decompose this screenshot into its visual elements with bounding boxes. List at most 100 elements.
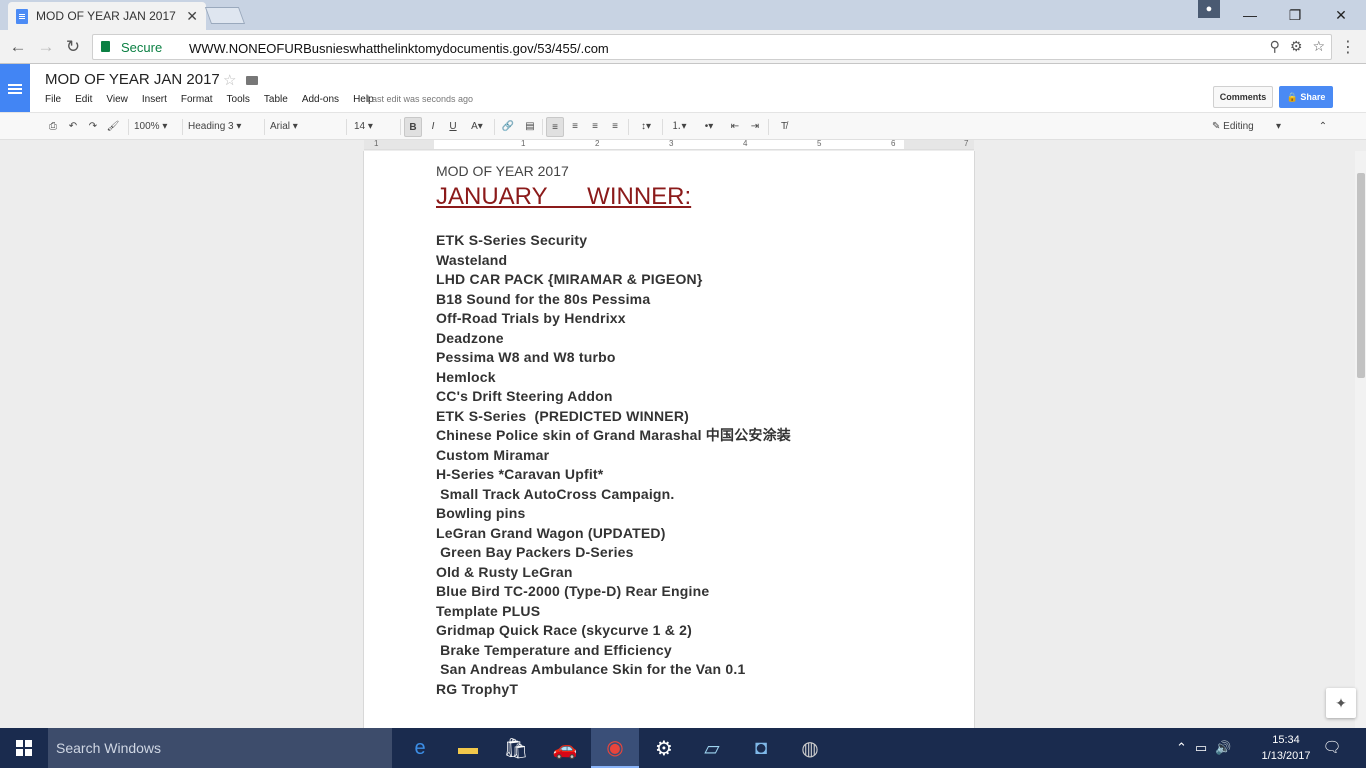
address-bar[interactable]: Secure WWW.NONEOFURBusnieswhatthelinktom…: [92, 34, 1332, 60]
restore-icon[interactable]: ❐: [1272, 0, 1318, 30]
menu-view[interactable]: View: [106, 94, 128, 105]
document-heading[interactable]: JANUARY WINNER:: [436, 183, 691, 211]
document-page[interactable]: MOD OF YEAR 2017 JANUARY WINNER: ETK S-S…: [363, 151, 975, 731]
increase-indent-icon[interactable]: ⇥: [746, 117, 764, 137]
list-item[interactable]: Custom Miramar: [436, 446, 791, 466]
list-item[interactable]: Bowling pins: [436, 504, 791, 524]
list-item[interactable]: Pessima W8 and W8 turbo: [436, 348, 791, 368]
user-profile-icon[interactable]: ●: [1198, 0, 1220, 18]
game-app-icon[interactable]: 🚗: [541, 728, 589, 768]
list-item[interactable]: Blue Bird TC-2000 (Type-D) Rear Engine: [436, 582, 791, 602]
align-justify-icon[interactable]: ≡: [606, 117, 624, 137]
scrollbar-thumb[interactable]: [1357, 173, 1365, 378]
minimize-icon[interactable]: —: [1227, 0, 1273, 30]
star-icon[interactable]: ☆: [223, 71, 236, 89]
comments-button[interactable]: Comments: [1213, 86, 1273, 108]
list-item[interactable]: Green Bay Packers D-Series: [436, 543, 791, 563]
bold-button[interactable]: B: [404, 117, 422, 137]
browser-tab[interactable]: MOD OF YEAR JAN 2017 ✕: [8, 2, 206, 30]
file-explorer-icon[interactable]: ▬: [444, 728, 492, 768]
uplay-icon[interactable]: ◘: [737, 728, 785, 768]
list-item[interactable]: Chinese Police skin of Grand Marashal 中国…: [436, 426, 791, 446]
settings-icon[interactable]: ⚙: [1290, 38, 1303, 55]
collapse-menus-icon[interactable]: ⌃: [1314, 117, 1332, 137]
action-center-icon[interactable]: 🗨: [1320, 738, 1344, 758]
list-item[interactable]: LHD CAR PACK {MIRAMAR & PIGEON}: [436, 270, 791, 290]
list-item[interactable]: ETK S-Series (PREDICTED WINNER): [436, 407, 791, 427]
numbered-list-icon[interactable]: ⒈▾: [666, 117, 692, 137]
share-button[interactable]: 🔒 Share: [1279, 86, 1333, 108]
text-color-icon[interactable]: A▾: [464, 117, 490, 137]
volume-icon[interactable]: 🔊: [1215, 740, 1231, 756]
taskbar-clock[interactable]: 15:34 1/13/2017: [1255, 732, 1317, 764]
reload-icon[interactable]: ↻: [62, 36, 84, 58]
menu-file[interactable]: File: [45, 94, 61, 105]
print-icon[interactable]: ⎙: [44, 117, 62, 137]
list-item[interactable]: H-Series *Caravan Upfit*: [436, 465, 791, 485]
list-item[interactable]: San Andreas Ambulance Skin for the Van 0…: [436, 660, 791, 680]
menu-table[interactable]: Table: [264, 94, 288, 105]
forward-arrow-icon[interactable]: →: [35, 36, 57, 58]
document-title[interactable]: MOD OF YEAR JAN 2017: [45, 71, 220, 88]
folder-icon[interactable]: [246, 76, 258, 85]
media-app-icon[interactable]: ◍: [786, 728, 834, 768]
list-item[interactable]: Small Track AutoCross Campaign.: [436, 485, 791, 505]
list-item[interactable]: CC's Drift Steering Addon: [436, 387, 791, 407]
clear-formatting-icon[interactable]: T̸: [774, 117, 794, 137]
paint-format-icon[interactable]: 🖌: [104, 117, 122, 137]
network-icon[interactable]: ▭: [1195, 740, 1207, 756]
tab-close-icon[interactable]: ✕: [186, 8, 198, 25]
list-item[interactable]: RG TrophyT: [436, 680, 791, 700]
tray-expand-icon[interactable]: ⌃: [1176, 740, 1187, 756]
last-edit-status[interactable]: Last edit was seconds ago: [367, 94, 473, 104]
underline-button[interactable]: U: [444, 117, 462, 137]
list-item[interactable]: B18 Sound for the 80s Pessima: [436, 290, 791, 310]
decrease-indent-icon[interactable]: ⇤: [726, 117, 744, 137]
menu-tools[interactable]: Tools: [227, 94, 250, 105]
steam-icon[interactable]: ⚙: [640, 728, 688, 768]
edge-browser-icon[interactable]: e: [396, 728, 444, 768]
bookmark-star-icon[interactable]: ☆: [1312, 38, 1325, 55]
menu-addons[interactable]: Add-ons: [302, 94, 339, 105]
list-item[interactable]: Brake Temperature and Efficiency: [436, 641, 791, 661]
undo-icon[interactable]: ↶: [64, 117, 82, 137]
redo-icon[interactable]: ↷: [84, 117, 102, 137]
docs-home-icon[interactable]: [0, 64, 30, 112]
new-tab-button[interactable]: [204, 7, 246, 24]
align-left-icon[interactable]: ≡: [546, 117, 564, 137]
list-item[interactable]: Template PLUS: [436, 602, 791, 622]
align-center-icon[interactable]: ≡: [566, 117, 584, 137]
url-text[interactable]: WWW.NONEOFURBusnieswhatthelinktomydocume…: [189, 41, 609, 56]
ruler[interactable]: 1 1 2 3 4 5 6 7: [364, 139, 974, 150]
browser-menu-icon[interactable]: ⋮: [1340, 37, 1356, 57]
list-item[interactable]: LeGran Grand Wagon (UPDATED): [436, 524, 791, 544]
link-icon[interactable]: 🔗: [498, 117, 518, 137]
comment-icon[interactable]: ▤: [520, 117, 540, 137]
zoom-icon[interactable]: ⚲: [1270, 38, 1280, 55]
font-size-select[interactable]: 14 ▾: [354, 117, 396, 137]
line-spacing-icon[interactable]: ↕▾: [632, 117, 660, 137]
notepad-app-icon[interactable]: ▱: [688, 728, 736, 768]
list-item[interactable]: Deadzone: [436, 329, 791, 349]
start-button[interactable]: [0, 728, 48, 768]
back-arrow-icon[interactable]: ←: [7, 36, 29, 58]
document-subtitle[interactable]: MOD OF YEAR 2017: [436, 163, 569, 179]
zoom-select[interactable]: 100% ▾: [134, 117, 178, 137]
menu-insert[interactable]: Insert: [142, 94, 167, 105]
close-window-icon[interactable]: ✕: [1318, 0, 1364, 30]
list-item[interactable]: Old & Rusty LeGran: [436, 563, 791, 583]
editing-mode-select[interactable]: ✎ Editing ▾: [1212, 117, 1306, 137]
list-item[interactable]: Off-Road Trials by Hendrixx: [436, 309, 791, 329]
menu-format[interactable]: Format: [181, 94, 213, 105]
italic-button[interactable]: I: [424, 117, 442, 137]
menu-edit[interactable]: Edit: [75, 94, 92, 105]
list-item[interactable]: Wasteland: [436, 251, 791, 271]
list-item[interactable]: Gridmap Quick Race (skycurve 1 & 2): [436, 621, 791, 641]
chrome-icon[interactable]: ◉: [591, 728, 639, 768]
list-item[interactable]: ETK S-Series Security: [436, 231, 791, 251]
explore-icon[interactable]: ✦: [1326, 688, 1356, 718]
list-item[interactable]: Hemlock: [436, 368, 791, 388]
taskbar-search[interactable]: Search Windows: [48, 728, 392, 768]
style-select[interactable]: Heading 3 ▾: [188, 117, 260, 137]
store-icon[interactable]: 🛍: [492, 728, 540, 768]
